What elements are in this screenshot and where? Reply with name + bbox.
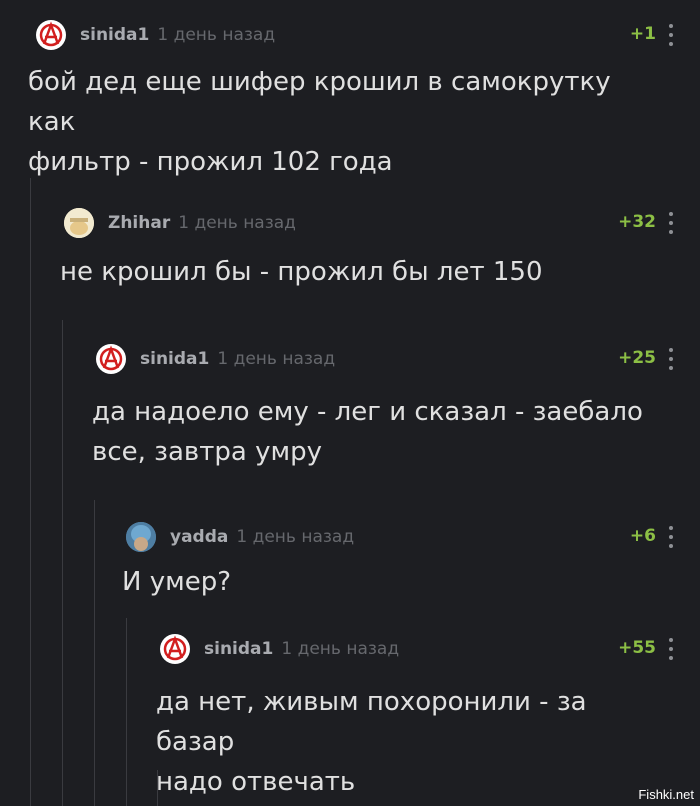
more-options-icon[interactable] — [668, 212, 674, 234]
comment-text: не крошил бы - прожил бы лет 150 — [60, 257, 543, 287]
timestamp: 1 день назад — [281, 639, 400, 659]
more-options-icon[interactable] — [668, 348, 674, 370]
more-options-icon[interactable] — [668, 638, 674, 660]
anarchy-icon[interactable] — [160, 634, 190, 664]
more-options-icon[interactable] — [668, 526, 674, 548]
timestamp: 1 день назад — [217, 349, 336, 369]
user-avatar[interactable] — [126, 522, 156, 552]
username[interactable]: Zhihar — [108, 213, 170, 233]
watermark: Fishki.net — [638, 787, 694, 802]
anarchy-icon[interactable] — [36, 20, 66, 50]
thread-line — [62, 320, 63, 806]
timestamp: 1 день назад — [178, 213, 296, 233]
thread-line — [30, 178, 31, 806]
thread-line — [94, 500, 95, 806]
rating: +1 — [629, 24, 656, 44]
username[interactable]: sinida1 — [204, 639, 273, 659]
timestamp: 1 день назад — [157, 25, 276, 45]
username[interactable]: sinida1 — [80, 25, 149, 45]
username[interactable]: yadda — [170, 527, 228, 547]
comment-text: да надоело ему - лег и сказал - заебало … — [92, 397, 643, 467]
user-avatar[interactable] — [64, 208, 94, 238]
comment-text: бой дед еще шифер крошил в самокрутку ка… — [28, 67, 611, 177]
timestamp: 1 день назад — [236, 527, 355, 547]
rating: +25 — [618, 348, 656, 368]
username[interactable]: sinida1 — [140, 349, 209, 369]
thread-line — [126, 618, 127, 806]
rating: +32 — [618, 212, 656, 232]
more-options-icon[interactable] — [668, 24, 674, 46]
comment-text: И умер? — [122, 567, 232, 597]
anarchy-icon[interactable] — [96, 344, 126, 374]
rating: +6 — [629, 526, 656, 546]
comment-text: да нет, живым похоронили - за базар надо… — [156, 687, 587, 797]
rating: +55 — [618, 638, 656, 658]
